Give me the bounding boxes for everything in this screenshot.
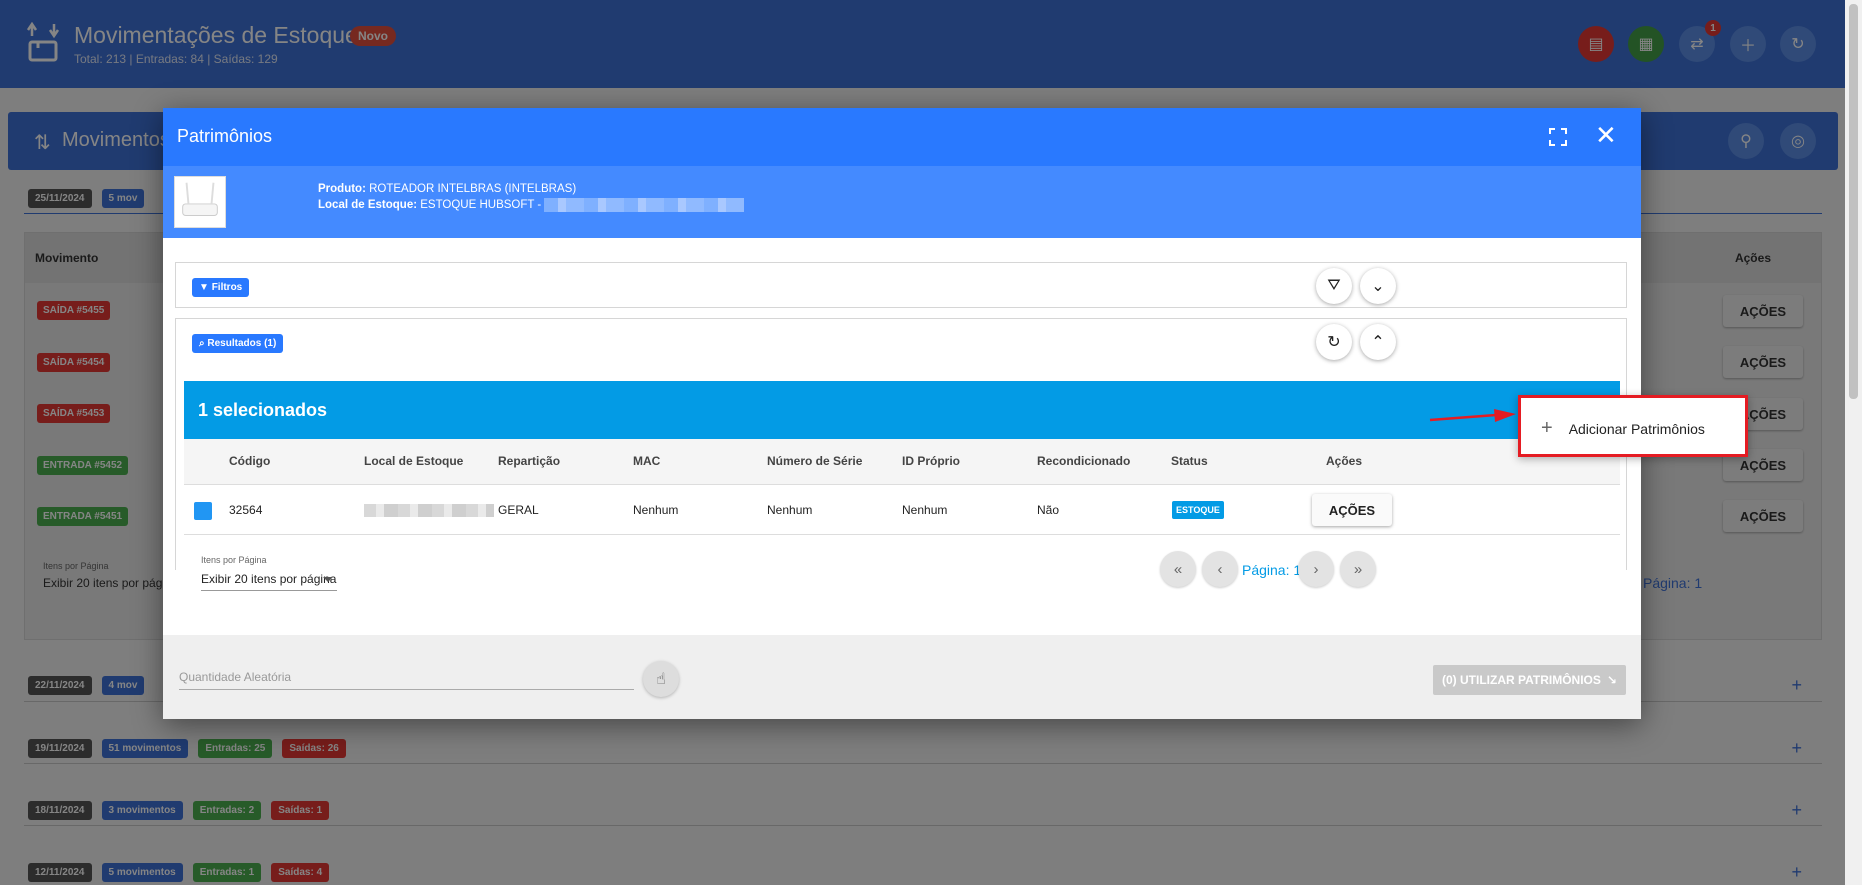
add-assets-dropdown: + Adicionar Patrimônios: [1518, 395, 1748, 457]
chevron-right-icon: ›: [1313, 560, 1319, 578]
previous-page-button[interactable]: ‹: [1202, 551, 1238, 587]
add-assets-label: Adicionar Patrimônios: [1568, 420, 1705, 437]
stock-location-line: Local de Estoque: ESTOQUE HUBSOFT -: [318, 198, 745, 212]
results-pill: ⌕ Resultados (1): [192, 334, 284, 353]
row-checkbox[interactable]: ✓: [194, 502, 212, 535]
refresh-icon: ↻: [1327, 334, 1341, 351]
results-card: ⌕ Resultados (1) ↻ ⌃ 1 selecionados Códi…: [175, 318, 1627, 591]
close-icon[interactable]: ✕: [1595, 122, 1617, 148]
table-row[interactable]: ✓ 32564 GERAL Nenhum Nenhum Nenhum Não E…: [184, 485, 1620, 535]
cell-serie: Nenhum: [767, 503, 813, 517]
stock-location-value: ESTOQUE HUBSOFT -: [420, 199, 542, 212]
check-icon: ✓: [197, 520, 209, 535]
use-assets-button[interactable]: (0) UTILIZAR PATRIMÔNIOS ↘: [1433, 665, 1626, 695]
column-id-proprio: ID Próprio: [902, 454, 961, 468]
row-actions-button[interactable]: AÇÕES: [1312, 494, 1392, 526]
product-info: Produto: ROTEADOR INTELBRAS (INTELBRAS) …: [163, 166, 1641, 238]
column-reparticao: Repartição: [498, 454, 561, 468]
column-serie: Número de Série: [767, 454, 863, 468]
results-label: Resultados (1): [207, 338, 277, 349]
pick-random-button[interactable]: ☝: [643, 661, 679, 697]
fullscreen-icon[interactable]: [1547, 126, 1569, 148]
column-recondicionado: Recondicionado: [1037, 454, 1131, 468]
cell-reparticao: GERAL: [498, 503, 539, 517]
redacted-text: [364, 504, 494, 517]
cell-mac: Nenhum: [633, 503, 679, 517]
filters-card: ▼ Filtros ⛛ ⌄: [175, 262, 1627, 308]
double-chevron-right-icon: »: [1353, 560, 1363, 578]
stock-location-label: Local de Estoque:: [318, 199, 418, 212]
modal-header: Patrimônios ✕: [163, 108, 1641, 166]
product-value: ROTEADOR INTELBRAS (INTELBRAS): [369, 183, 577, 195]
random-quantity-input[interactable]: Quantidade Aleatória: [179, 670, 634, 690]
plus-icon: +: [1541, 417, 1553, 439]
chevron-up-icon: ⌃: [1371, 334, 1385, 351]
hand-pointer-icon: ☝: [656, 671, 666, 688]
column-local: Local de Estoque: [364, 454, 464, 468]
chevron-down-icon: ⌄: [1371, 278, 1385, 295]
column-mac: MAC: [633, 454, 661, 468]
items-per-page-value: Exibir 20 itens por página: [201, 572, 337, 586]
filter-icon: ▼: [199, 282, 209, 293]
use-assets-label: (0) UTILIZAR PATRIMÔNIOS: [1442, 673, 1601, 687]
modal-footer: Quantidade Aleatória ☝ (0) UTILIZAR PATR…: [163, 635, 1641, 719]
last-page-button[interactable]: »: [1340, 551, 1376, 587]
patrimonios-modal: Patrimônios ✕ Produto: ROTEADOR INTELBRA…: [163, 108, 1641, 719]
first-page-button[interactable]: «: [1160, 551, 1196, 587]
cell-codigo: 32564: [229, 503, 263, 517]
column-acoes: Ações: [1326, 454, 1363, 468]
cell-id-proprio: Nenhum: [902, 503, 948, 517]
caret-down-icon: [323, 577, 333, 582]
search-icon: ⌕: [199, 338, 205, 349]
scrollbar-thumb[interactable]: [1849, 4, 1858, 399]
next-page-button[interactable]: ›: [1298, 551, 1334, 587]
selected-count: 1 selecionados: [198, 400, 328, 420]
modal-body: ▼ Filtros ⛛ ⌄ ⌕ Resultados (1) ↻ ⌃ 1 sel…: [163, 238, 1641, 635]
product-image: [174, 176, 226, 228]
filters-pill[interactable]: ▼ Filtros: [192, 278, 250, 297]
column-status: Status: [1171, 454, 1208, 468]
cell-recondicionado: Não: [1037, 503, 1060, 517]
add-assets-menu-item[interactable]: + Adicionar Patrimônios: [1541, 417, 1705, 440]
filter-remove-icon: ⛛: [1327, 277, 1341, 294]
arrow-down-right-icon: ↘: [1606, 673, 1617, 687]
clear-filters-button[interactable]: ⛛: [1316, 268, 1352, 304]
page-indicator: Página: 1: [1242, 562, 1302, 578]
refresh-results-button[interactable]: ↻: [1316, 324, 1352, 360]
redacted-text: [544, 198, 745, 212]
items-per-page-select[interactable]: Exibir 20 itens por página: [201, 569, 337, 591]
collapse-results-button[interactable]: ⌃: [1360, 324, 1396, 360]
filters-label: Filtros: [211, 282, 243, 293]
items-per-page-label: Itens por Página: [201, 555, 267, 565]
selection-bar: 1 selecionados: [184, 381, 1620, 439]
product-line: Produto: ROTEADOR INTELBRAS (INTELBRAS): [318, 183, 576, 195]
chevron-left-icon: ‹: [1217, 560, 1223, 578]
page-scrollbar[interactable]: [1845, 0, 1862, 885]
modal-title: Patrimônios: [177, 126, 273, 146]
column-codigo: Código: [229, 454, 271, 468]
product-label: Produto:: [318, 183, 366, 195]
double-chevron-left-icon: «: [1173, 560, 1183, 578]
annotation-arrow-icon: [1429, 409, 1516, 422]
table-header: Código Local de Estoque Repartição MAC N…: [184, 439, 1620, 485]
expand-filters-button[interactable]: ⌄: [1360, 268, 1396, 304]
status-badge: ESTOQUE: [1172, 501, 1224, 519]
